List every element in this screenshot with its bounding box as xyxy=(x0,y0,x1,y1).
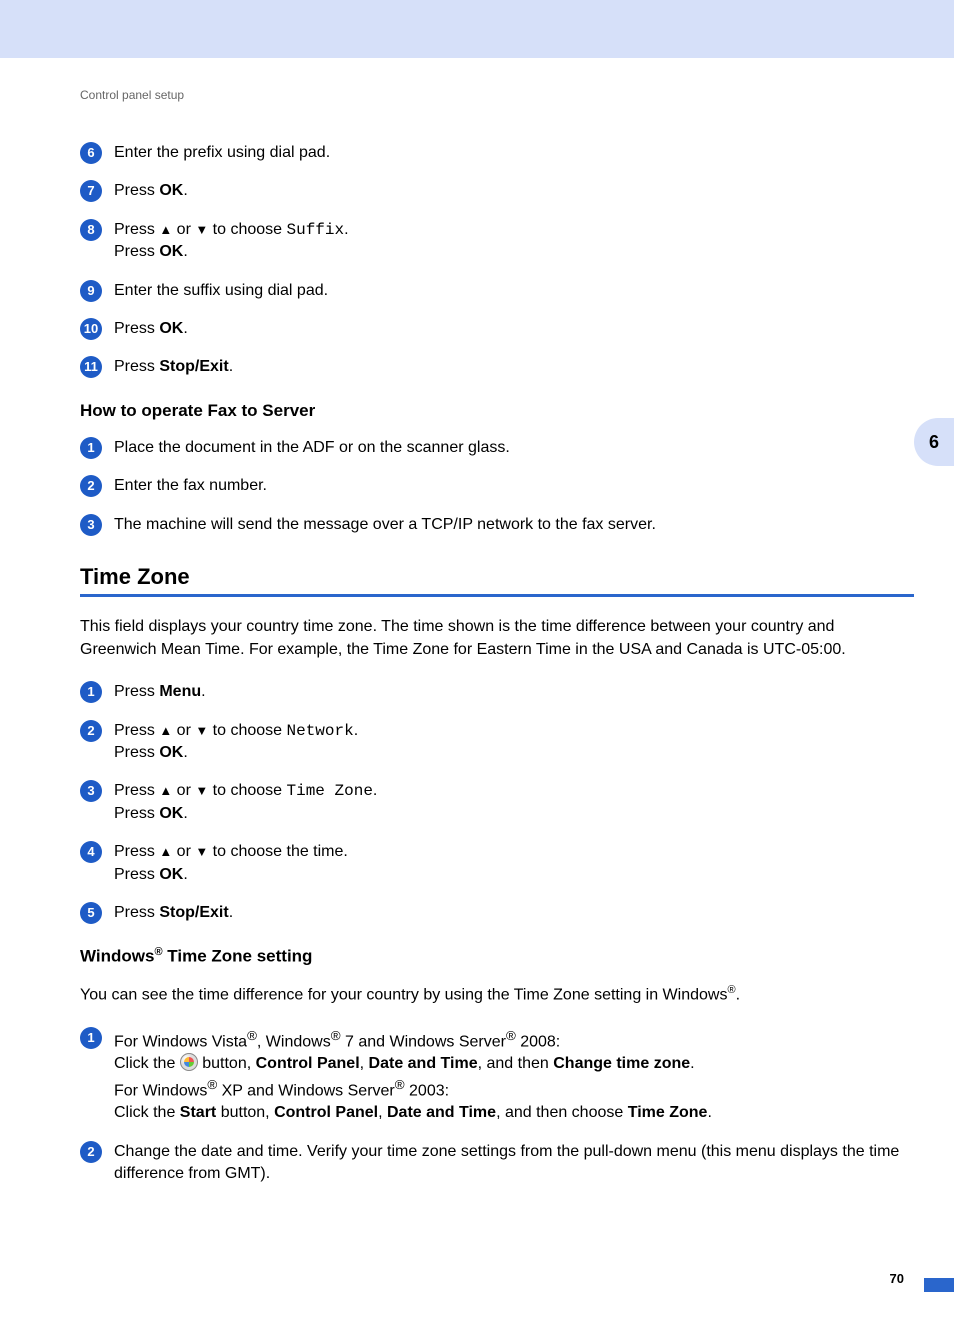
step-text: Press ▲ or ▼ to choose Network.Press OK. xyxy=(114,720,914,765)
step-badge: 10 xyxy=(80,318,102,340)
page-footer: 70 xyxy=(80,1266,914,1286)
step-item: 3 Press ▲ or ▼ to choose Time Zone.Press … xyxy=(80,780,914,825)
step-item: 9 Enter the suffix using dial pad. xyxy=(80,280,914,302)
step-text: Press Stop/Exit. xyxy=(114,902,914,924)
body-windows: You can see the time difference for your… xyxy=(80,983,914,1007)
step-item: 11 Press Stop/Exit. xyxy=(80,356,914,378)
step-item: 6 Enter the prefix using dial pad. xyxy=(80,142,914,164)
step-badge: 1 xyxy=(80,437,102,459)
step-badge: 6 xyxy=(80,142,102,164)
steps-top: 6 Enter the prefix using dial pad. 7 Press … xyxy=(80,142,914,379)
step-item: 5 Press Stop/Exit. xyxy=(80,902,914,924)
step-item: 4 Press ▲ or ▼ to choose the time.Press O… xyxy=(80,841,914,886)
step-text: Press Stop/Exit. xyxy=(114,356,914,378)
step-item: 1 Press Menu. xyxy=(80,681,914,703)
step-item: 2 Enter the fax number. xyxy=(80,475,914,497)
breadcrumb: Control panel setup xyxy=(80,88,914,102)
step-text: Press OK. xyxy=(114,180,914,202)
subheading-fax: How to operate Fax to Server xyxy=(80,401,914,421)
windows-start-icon xyxy=(180,1053,198,1071)
step-badge: 2 xyxy=(80,720,102,742)
step-item: 2 Press ▲ or ▼ to choose Network.Press OK… xyxy=(80,720,914,765)
step-item: 7 Press OK. xyxy=(80,180,914,202)
step-badge: 7 xyxy=(80,180,102,202)
step-item: 3 The machine will send the message over … xyxy=(80,514,914,536)
step-badge: 5 xyxy=(80,902,102,924)
step-item: 1 Place the document in the ADF or on the… xyxy=(80,437,914,459)
page-number: 70 xyxy=(890,1271,904,1286)
step-item: 10 Press OK. xyxy=(80,318,914,340)
step-badge: 8 xyxy=(80,219,102,241)
step-badge: 2 xyxy=(80,475,102,497)
section-title-timezone: Time Zone xyxy=(80,564,914,590)
steps-timezone: 1 Press Menu. 2 Press ▲ or ▼ to choose Netw… xyxy=(80,681,914,924)
subheading-windows: Windows® Time Zone setting xyxy=(80,946,914,967)
step-text: Press ▲ or ▼ to choose Time Zone.Press O… xyxy=(114,780,914,825)
page-content: Control panel setup 6 Enter the prefix us… xyxy=(0,58,954,1326)
step-text: The machine will send the message over a… xyxy=(114,514,914,536)
step-text: Press Menu. xyxy=(114,681,914,703)
section-body-timezone: This field displays your country time zo… xyxy=(80,615,914,661)
step-badge: 3 xyxy=(80,780,102,802)
step-badge: 9 xyxy=(80,280,102,302)
step-badge: 3 xyxy=(80,514,102,536)
section-rule xyxy=(80,594,914,597)
step-item: 2 Change the date and time. Verify your t… xyxy=(80,1141,914,1186)
step-badge: 2 xyxy=(80,1141,102,1163)
steps-windows: 1 For Windows Vista®, Windows® 7 and Wind… xyxy=(80,1027,914,1186)
step-item: 8 Press ▲ or ▼ to choose Suffix.Press OK. xyxy=(80,219,914,264)
step-text: Press ▲ or ▼ to choose the time.Press OK… xyxy=(114,841,914,886)
step-badge: 1 xyxy=(80,1027,102,1049)
step-text: Press ▲ or ▼ to choose Suffix.Press OK. xyxy=(114,219,914,264)
step-text: Enter the suffix using dial pad. xyxy=(114,280,914,302)
step-badge: 11 xyxy=(80,356,102,378)
step-item: 1 For Windows Vista®, Windows® 7 and Wind… xyxy=(80,1027,914,1125)
step-text: Enter the prefix using dial pad. xyxy=(114,142,914,164)
step-text: Press OK. xyxy=(114,318,914,340)
step-text: Enter the fax number. xyxy=(114,475,914,497)
step-badge: 4 xyxy=(80,841,102,863)
step-badge: 1 xyxy=(80,681,102,703)
step-text: For Windows Vista®, Windows® 7 and Windo… xyxy=(114,1027,914,1125)
top-band xyxy=(0,0,954,58)
steps-fax: 1 Place the document in the ADF or on the… xyxy=(80,437,914,536)
page-bar xyxy=(924,1278,954,1292)
chapter-tab: 6 xyxy=(914,418,954,466)
chapter-number: 6 xyxy=(914,418,954,466)
step-text: Place the document in the ADF or on the … xyxy=(114,437,914,459)
step-text: Change the date and time. Verify your ti… xyxy=(114,1141,914,1186)
